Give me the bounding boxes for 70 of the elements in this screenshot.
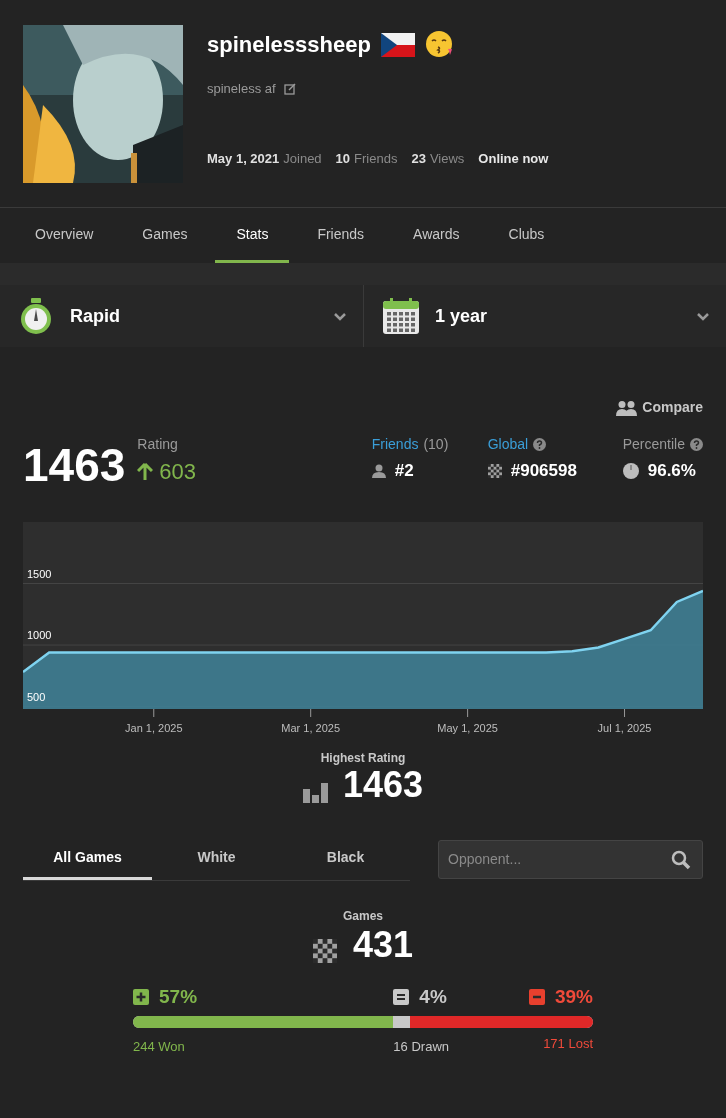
rank-count: (10) [423,435,449,454]
help-icon[interactable] [533,438,547,451]
x-axis-label: Jul 1, 2025 [597,722,652,734]
y-axis-label: 500 [27,690,46,703]
games-label: Games [343,908,383,925]
username: spinelesssheep [207,31,371,59]
stat-label: Joined [283,149,322,168]
filter-dropdown[interactable]: 1 year [364,285,726,347]
color-tab[interactable]: White [152,837,281,880]
rank-value: #2 [394,460,414,482]
stat-value: May 1, 2021 [207,149,280,168]
checkerboard-icon [487,463,502,478]
compare-button[interactable]: Compare [616,397,703,418]
profile-tab[interactable]: Overview [14,208,115,263]
chevron-down-icon [333,311,347,321]
result-percent: 39% [554,985,593,1009]
stat-value: 23 [411,149,426,168]
minus-icon [528,989,545,1006]
result-percent: 57% [159,985,198,1009]
help-icon[interactable] [690,438,703,451]
result-caption: 244 Won [133,1038,185,1054]
games-count: 431 [352,927,414,963]
y-axis-label: 1500 [27,567,52,580]
stat-label: Views [429,149,465,168]
x-tick [310,708,312,718]
color-tab[interactable]: Black [281,837,410,880]
rating-value: 1463 [23,442,126,488]
x-axis-label: Jan 1, 2025 [125,722,183,734]
rank-value: #906598 [510,460,577,482]
profile-tab[interactable]: Awards [392,208,481,263]
status-text: spineless af [207,80,276,98]
result-percent: 4% [419,985,447,1009]
rank-value: 96.6% [647,460,696,482]
profile-tab[interactable]: Friends [296,208,386,263]
y-axis-label: 1000 [27,629,52,642]
calendar-icon [382,297,420,335]
person-icon [371,463,386,478]
rating-change: 603 [159,458,197,486]
stat-value: 10 [335,149,351,168]
stat-label: Friends [354,149,398,168]
checkerboard-icon [312,939,337,963]
people-icon [616,399,639,416]
x-tick [467,708,469,718]
chevron-down-icon [696,311,710,321]
result-caption: 16 Drawn [393,1038,449,1054]
arrow-up-icon [137,462,154,481]
rating-label: Rating [137,435,179,454]
online-status: Online now [478,149,549,168]
pie-icon [622,462,639,479]
filter-dropdown[interactable]: Rapid [0,285,364,347]
x-tick [153,708,155,718]
rank-label: Friends [371,435,419,454]
equals-icon [393,989,410,1006]
highest-rating-label: Highest Rating [320,750,406,767]
result-caption: 171 Lost [543,1034,593,1053]
profile-tab[interactable]: Clubs [487,208,566,263]
color-tab[interactable]: All Games [23,837,152,880]
x-axis-label: Mar 1, 2025 [281,722,341,734]
edit-icon[interactable] [283,82,296,95]
rank-label: Percentile [622,435,685,454]
flag-icon [380,32,415,57]
profile-tab[interactable]: Games [121,208,209,263]
highest-rating-value: 1463 [342,767,424,803]
plus-icon [133,989,149,1006]
x-axis-label: May 1, 2025 [437,722,498,734]
rank-label: Global [487,435,529,454]
opponent-search-field[interactable]: Opponent... [438,839,703,879]
kissing-face-icon [424,29,455,60]
search-icon[interactable] [671,849,691,870]
x-tick [624,708,626,718]
